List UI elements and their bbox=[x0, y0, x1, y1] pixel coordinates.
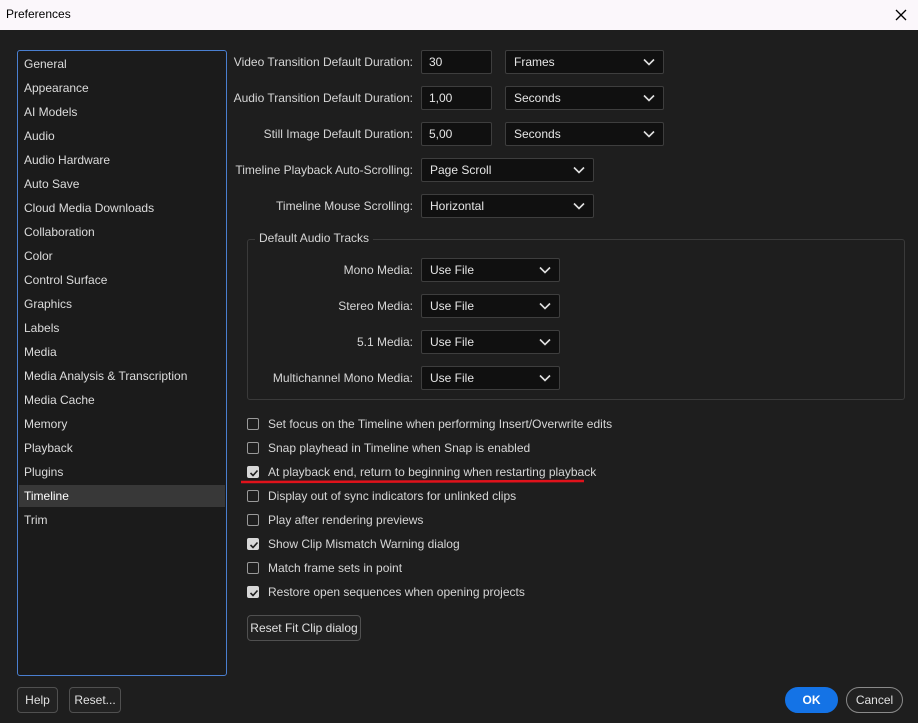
sidebar-item-auto-save[interactable]: Auto Save bbox=[19, 173, 225, 195]
check-icon bbox=[249, 589, 259, 597]
sidebar-item-color[interactable]: Color bbox=[19, 245, 225, 267]
default-audio-tracks-title: Default Audio Tracks bbox=[255, 231, 374, 245]
autoscroll-select[interactable]: Page Scroll bbox=[421, 158, 594, 182]
insert-overwrite-focus-checkbox[interactable] bbox=[247, 418, 259, 430]
restore-open-sequences-label: Restore open sequences when opening proj… bbox=[268, 585, 525, 599]
still-image-label: Still Image Default Duration: bbox=[263, 127, 413, 141]
sidebar-item-playback[interactable]: Playback bbox=[19, 437, 225, 459]
sidebar-item-media[interactable]: Media bbox=[19, 341, 225, 363]
five-one-media-label: 5.1 Media: bbox=[356, 335, 413, 349]
sidebar-item-plugins[interactable]: Plugins bbox=[19, 461, 225, 483]
reset-button[interactable]: Reset... bbox=[69, 687, 121, 713]
autoscroll-label: Timeline Playback Auto-Scrolling: bbox=[235, 163, 413, 177]
close-icon[interactable] bbox=[890, 4, 912, 26]
match-frame-in-point-label: Match frame sets in point bbox=[268, 561, 403, 575]
restore-open-sequences-checkbox[interactable] bbox=[247, 586, 259, 598]
sidebar-item-general[interactable]: General bbox=[19, 53, 225, 75]
chevron-down-icon bbox=[643, 58, 655, 66]
out-of-sync-indicators-label: Display out of sync indicators for unlin… bbox=[268, 489, 517, 503]
preferences-sidebar: General Appearance AI Models Audio Audio… bbox=[17, 50, 227, 676]
chevron-down-icon bbox=[539, 266, 551, 274]
check-icon bbox=[249, 541, 259, 549]
chevron-down-icon bbox=[573, 166, 585, 174]
sidebar-item-control-surface[interactable]: Control Surface bbox=[19, 269, 225, 291]
sidebar-item-trim[interactable]: Trim bbox=[19, 509, 225, 531]
multichannel-media-label: Multichannel Mono Media: bbox=[272, 371, 413, 385]
audio-transition-unit-value: Seconds bbox=[514, 91, 561, 105]
chevron-down-icon bbox=[573, 202, 585, 210]
sidebar-item-graphics[interactable]: Graphics bbox=[19, 293, 225, 315]
title-bar: Preferences bbox=[0, 0, 918, 30]
cancel-button[interactable]: Cancel bbox=[846, 687, 903, 713]
chevron-down-icon bbox=[643, 94, 655, 102]
stereo-media-value: Use File bbox=[430, 299, 475, 313]
video-transition-unit-select[interactable]: Frames bbox=[505, 50, 664, 74]
snap-playhead-label: Snap playhead in Timeline when Snap is e… bbox=[268, 441, 531, 455]
sidebar-item-cloud-media-downloads[interactable]: Cloud Media Downloads bbox=[19, 197, 225, 219]
chevron-down-icon bbox=[539, 338, 551, 346]
annotation-underline bbox=[240, 479, 585, 484]
five-one-media-value: Use File bbox=[430, 335, 475, 349]
mono-media-value: Use File bbox=[430, 263, 475, 277]
chevron-down-icon bbox=[539, 374, 551, 382]
window-title: Preferences bbox=[6, 7, 71, 21]
sidebar-item-ai-models[interactable]: AI Models bbox=[19, 101, 225, 123]
play-after-rendering-checkbox[interactable] bbox=[247, 514, 259, 526]
clip-mismatch-warning-label: Show Clip Mismatch Warning dialog bbox=[268, 537, 460, 551]
audio-transition-input[interactable]: 1,00 bbox=[421, 86, 492, 110]
help-button[interactable]: Help bbox=[17, 687, 58, 713]
sidebar-item-timeline[interactable]: Timeline bbox=[19, 485, 225, 507]
autoscroll-value: Page Scroll bbox=[430, 163, 492, 177]
mouse-scroll-select[interactable]: Horizontal bbox=[421, 194, 594, 218]
still-image-input[interactable]: 5,00 bbox=[421, 122, 492, 146]
out-of-sync-indicators-checkbox[interactable] bbox=[247, 490, 259, 502]
sidebar-item-appearance[interactable]: Appearance bbox=[19, 77, 225, 99]
return-to-beginning-checkbox[interactable] bbox=[247, 466, 259, 478]
sidebar-item-labels[interactable]: Labels bbox=[19, 317, 225, 339]
multichannel-media-select[interactable]: Use File bbox=[421, 366, 560, 390]
video-transition-input[interactable]: 30 bbox=[421, 50, 492, 74]
mouse-scroll-label: Timeline Mouse Scrolling: bbox=[276, 199, 413, 213]
still-image-unit-value: Seconds bbox=[514, 127, 561, 141]
stereo-media-label: Stereo Media: bbox=[338, 299, 413, 313]
mouse-scroll-value: Horizontal bbox=[430, 199, 485, 213]
sidebar-item-audio-hardware[interactable]: Audio Hardware bbox=[19, 149, 225, 171]
audio-transition-label: Audio Transition Default Duration: bbox=[233, 91, 413, 105]
sidebar-item-collaboration[interactable]: Collaboration bbox=[19, 221, 225, 243]
mono-media-select[interactable]: Use File bbox=[421, 258, 560, 282]
video-transition-label: Video Transition Default Duration: bbox=[233, 55, 413, 69]
snap-playhead-checkbox[interactable] bbox=[247, 442, 259, 454]
audio-transition-unit-select[interactable]: Seconds bbox=[505, 86, 664, 110]
return-to-beginning-label: At playback end, return to beginning whe… bbox=[268, 465, 597, 479]
reset-fit-clip-button[interactable]: Reset Fit Clip dialog bbox=[247, 615, 361, 641]
stereo-media-select[interactable]: Use File bbox=[421, 294, 560, 318]
clip-mismatch-warning-checkbox[interactable] bbox=[247, 538, 259, 550]
mono-media-label: Mono Media: bbox=[343, 263, 413, 277]
ok-button[interactable]: OK bbox=[785, 687, 838, 713]
insert-overwrite-focus-label: Set focus on the Timeline when performin… bbox=[268, 417, 613, 431]
sidebar-item-audio[interactable]: Audio bbox=[19, 125, 225, 147]
multichannel-media-value: Use File bbox=[430, 371, 475, 385]
match-frame-in-point-checkbox[interactable] bbox=[247, 562, 259, 574]
still-image-unit-select[interactable]: Seconds bbox=[505, 122, 664, 146]
play-after-rendering-label: Play after rendering previews bbox=[268, 513, 424, 527]
sidebar-item-media-cache[interactable]: Media Cache bbox=[19, 389, 225, 411]
chevron-down-icon bbox=[643, 130, 655, 138]
sidebar-item-memory[interactable]: Memory bbox=[19, 413, 225, 435]
chevron-down-icon bbox=[539, 302, 551, 310]
video-transition-unit-value: Frames bbox=[514, 55, 555, 69]
five-one-media-select[interactable]: Use File bbox=[421, 330, 560, 354]
sidebar-item-media-analysis[interactable]: Media Analysis & Transcription bbox=[19, 365, 225, 387]
